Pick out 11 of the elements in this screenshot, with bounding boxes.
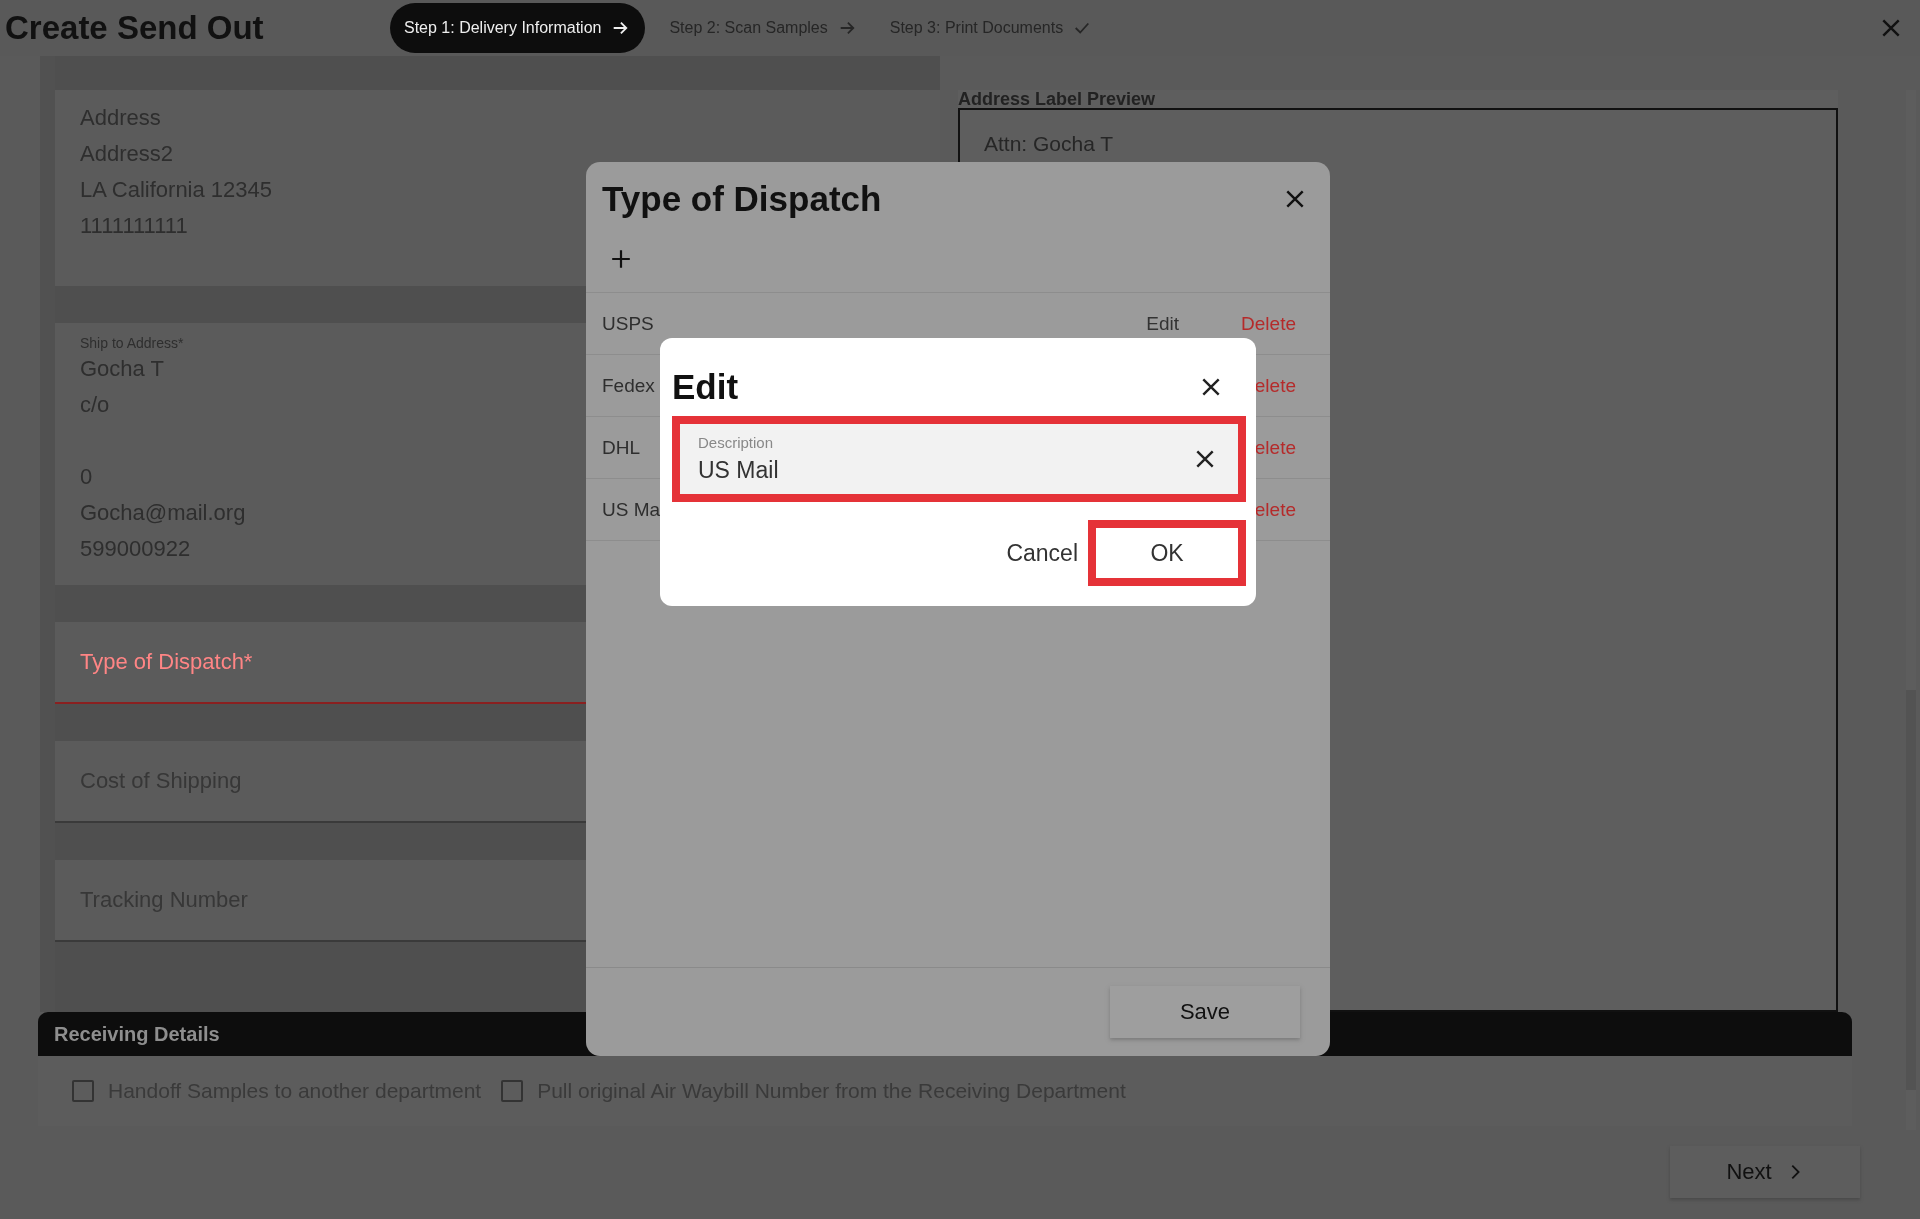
field-label: Description [698, 434, 775, 451]
page-title: Create Send Out [5, 9, 265, 47]
dispatch-name: US Ma [602, 498, 661, 521]
dispatch-name: DHL [602, 436, 640, 459]
field-value: US Mail [698, 457, 780, 484]
dispatch-name: Fedex [602, 374, 655, 397]
preview-title: Address Label Preview [958, 90, 1157, 108]
dialog-title: Edit [672, 367, 739, 407]
dispatch-name: USPS [602, 312, 654, 335]
preview-line: Attn: Gocha T [984, 132, 1115, 156]
dialog-title: Type of Dispatch [602, 179, 882, 219]
